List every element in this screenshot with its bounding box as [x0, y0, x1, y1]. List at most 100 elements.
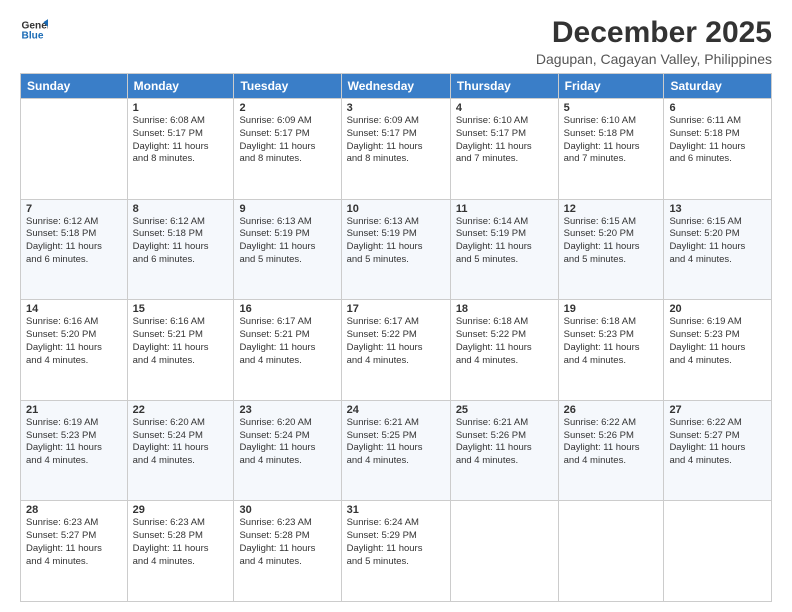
day-number: 6 [669, 102, 766, 114]
day-info: Sunrise: 6:20 AMSunset: 5:24 PMDaylight:… [133, 417, 229, 468]
page: General Blue December 2025 Dagupan, Caga… [0, 0, 792, 612]
header: General Blue December 2025 Dagupan, Caga… [20, 16, 772, 67]
day-number: 22 [133, 404, 229, 416]
day-number: 18 [456, 303, 553, 315]
day-info: Sunrise: 6:15 AMSunset: 5:20 PMDaylight:… [669, 216, 766, 267]
day-info: Sunrise: 6:10 AMSunset: 5:17 PMDaylight:… [456, 115, 553, 166]
logo-icon: General Blue [20, 16, 48, 44]
day-cell-4-0: 28Sunrise: 6:23 AMSunset: 5:27 PMDayligh… [21, 501, 128, 602]
day-cell-3-5: 26Sunrise: 6:22 AMSunset: 5:26 PMDayligh… [558, 400, 664, 501]
day-number: 9 [239, 203, 335, 215]
day-info: Sunrise: 6:16 AMSunset: 5:21 PMDaylight:… [133, 316, 229, 367]
day-cell-1-2: 9Sunrise: 6:13 AMSunset: 5:19 PMDaylight… [234, 199, 341, 300]
day-number: 17 [347, 303, 445, 315]
day-number: 7 [26, 203, 122, 215]
day-info: Sunrise: 6:12 AMSunset: 5:18 PMDaylight:… [26, 216, 122, 267]
day-cell-4-5 [558, 501, 664, 602]
day-info: Sunrise: 6:23 AMSunset: 5:28 PMDaylight:… [239, 517, 335, 568]
day-info: Sunrise: 6:08 AMSunset: 5:17 PMDaylight:… [133, 115, 229, 166]
weekday-header-tuesday: Tuesday [234, 74, 341, 99]
day-number: 14 [26, 303, 122, 315]
day-info: Sunrise: 6:21 AMSunset: 5:25 PMDaylight:… [347, 417, 445, 468]
day-cell-1-6: 13Sunrise: 6:15 AMSunset: 5:20 PMDayligh… [664, 199, 772, 300]
day-info: Sunrise: 6:11 AMSunset: 5:18 PMDaylight:… [669, 115, 766, 166]
weekday-header-sunday: Sunday [21, 74, 128, 99]
day-cell-4-6 [664, 501, 772, 602]
day-info: Sunrise: 6:22 AMSunset: 5:27 PMDaylight:… [669, 417, 766, 468]
day-cell-0-2: 2Sunrise: 6:09 AMSunset: 5:17 PMDaylight… [234, 99, 341, 200]
day-number: 12 [564, 203, 659, 215]
day-number: 25 [456, 404, 553, 416]
day-number: 27 [669, 404, 766, 416]
day-cell-1-1: 8Sunrise: 6:12 AMSunset: 5:18 PMDaylight… [127, 199, 234, 300]
day-number: 13 [669, 203, 766, 215]
day-cell-4-4 [450, 501, 558, 602]
day-cell-4-2: 30Sunrise: 6:23 AMSunset: 5:28 PMDayligh… [234, 501, 341, 602]
day-info: Sunrise: 6:23 AMSunset: 5:27 PMDaylight:… [26, 517, 122, 568]
day-number: 30 [239, 504, 335, 516]
day-info: Sunrise: 6:09 AMSunset: 5:17 PMDaylight:… [239, 115, 335, 166]
weekday-header-thursday: Thursday [450, 74, 558, 99]
day-cell-0-6: 6Sunrise: 6:11 AMSunset: 5:18 PMDaylight… [664, 99, 772, 200]
calendar-body: 1Sunrise: 6:08 AMSunset: 5:17 PMDaylight… [21, 99, 772, 602]
day-number: 24 [347, 404, 445, 416]
day-cell-3-4: 25Sunrise: 6:21 AMSunset: 5:26 PMDayligh… [450, 400, 558, 501]
day-cell-2-6: 20Sunrise: 6:19 AMSunset: 5:23 PMDayligh… [664, 300, 772, 401]
day-number: 3 [347, 102, 445, 114]
day-number: 31 [347, 504, 445, 516]
day-number: 2 [239, 102, 335, 114]
day-number: 5 [564, 102, 659, 114]
day-cell-2-2: 16Sunrise: 6:17 AMSunset: 5:21 PMDayligh… [234, 300, 341, 401]
day-cell-0-4: 4Sunrise: 6:10 AMSunset: 5:17 PMDaylight… [450, 99, 558, 200]
day-cell-1-0: 7Sunrise: 6:12 AMSunset: 5:18 PMDaylight… [21, 199, 128, 300]
day-cell-0-1: 1Sunrise: 6:08 AMSunset: 5:17 PMDaylight… [127, 99, 234, 200]
calendar-table: SundayMondayTuesdayWednesdayThursdayFrid… [20, 73, 772, 602]
day-number: 11 [456, 203, 553, 215]
week-row-1: 7Sunrise: 6:12 AMSunset: 5:18 PMDaylight… [21, 199, 772, 300]
day-cell-1-4: 11Sunrise: 6:14 AMSunset: 5:19 PMDayligh… [450, 199, 558, 300]
day-info: Sunrise: 6:17 AMSunset: 5:21 PMDaylight:… [239, 316, 335, 367]
day-info: Sunrise: 6:13 AMSunset: 5:19 PMDaylight:… [239, 216, 335, 267]
day-number: 15 [133, 303, 229, 315]
day-number: 26 [564, 404, 659, 416]
week-row-3: 21Sunrise: 6:19 AMSunset: 5:23 PMDayligh… [21, 400, 772, 501]
day-number: 28 [26, 504, 122, 516]
day-number: 21 [26, 404, 122, 416]
day-cell-0-5: 5Sunrise: 6:10 AMSunset: 5:18 PMDaylight… [558, 99, 664, 200]
day-cell-3-2: 23Sunrise: 6:20 AMSunset: 5:24 PMDayligh… [234, 400, 341, 501]
day-cell-3-0: 21Sunrise: 6:19 AMSunset: 5:23 PMDayligh… [21, 400, 128, 501]
day-cell-3-6: 27Sunrise: 6:22 AMSunset: 5:27 PMDayligh… [664, 400, 772, 501]
weekday-header-friday: Friday [558, 74, 664, 99]
day-info: Sunrise: 6:19 AMSunset: 5:23 PMDaylight:… [26, 417, 122, 468]
weekday-header-row: SundayMondayTuesdayWednesdayThursdayFrid… [21, 74, 772, 99]
day-info: Sunrise: 6:18 AMSunset: 5:23 PMDaylight:… [564, 316, 659, 367]
weekday-header-monday: Monday [127, 74, 234, 99]
day-cell-0-0 [21, 99, 128, 200]
day-info: Sunrise: 6:18 AMSunset: 5:22 PMDaylight:… [456, 316, 553, 367]
day-cell-2-0: 14Sunrise: 6:16 AMSunset: 5:20 PMDayligh… [21, 300, 128, 401]
day-cell-2-3: 17Sunrise: 6:17 AMSunset: 5:22 PMDayligh… [341, 300, 450, 401]
day-cell-2-5: 19Sunrise: 6:18 AMSunset: 5:23 PMDayligh… [558, 300, 664, 401]
day-info: Sunrise: 6:23 AMSunset: 5:28 PMDaylight:… [133, 517, 229, 568]
day-info: Sunrise: 6:13 AMSunset: 5:19 PMDaylight:… [347, 216, 445, 267]
day-info: Sunrise: 6:24 AMSunset: 5:29 PMDaylight:… [347, 517, 445, 568]
location-title: Dagupan, Cagayan Valley, Philippines [536, 51, 772, 67]
day-number: 4 [456, 102, 553, 114]
svg-text:Blue: Blue [22, 31, 44, 42]
day-info: Sunrise: 6:17 AMSunset: 5:22 PMDaylight:… [347, 316, 445, 367]
day-cell-2-1: 15Sunrise: 6:16 AMSunset: 5:21 PMDayligh… [127, 300, 234, 401]
day-cell-2-4: 18Sunrise: 6:18 AMSunset: 5:22 PMDayligh… [450, 300, 558, 401]
day-info: Sunrise: 6:14 AMSunset: 5:19 PMDaylight:… [456, 216, 553, 267]
title-block: December 2025 Dagupan, Cagayan Valley, P… [536, 16, 772, 67]
day-cell-3-3: 24Sunrise: 6:21 AMSunset: 5:25 PMDayligh… [341, 400, 450, 501]
day-info: Sunrise: 6:15 AMSunset: 5:20 PMDaylight:… [564, 216, 659, 267]
day-cell-1-3: 10Sunrise: 6:13 AMSunset: 5:19 PMDayligh… [341, 199, 450, 300]
day-number: 19 [564, 303, 659, 315]
month-title: December 2025 [536, 16, 772, 49]
week-row-4: 28Sunrise: 6:23 AMSunset: 5:27 PMDayligh… [21, 501, 772, 602]
day-number: 20 [669, 303, 766, 315]
day-info: Sunrise: 6:21 AMSunset: 5:26 PMDaylight:… [456, 417, 553, 468]
day-number: 10 [347, 203, 445, 215]
day-info: Sunrise: 6:10 AMSunset: 5:18 PMDaylight:… [564, 115, 659, 166]
day-cell-3-1: 22Sunrise: 6:20 AMSunset: 5:24 PMDayligh… [127, 400, 234, 501]
